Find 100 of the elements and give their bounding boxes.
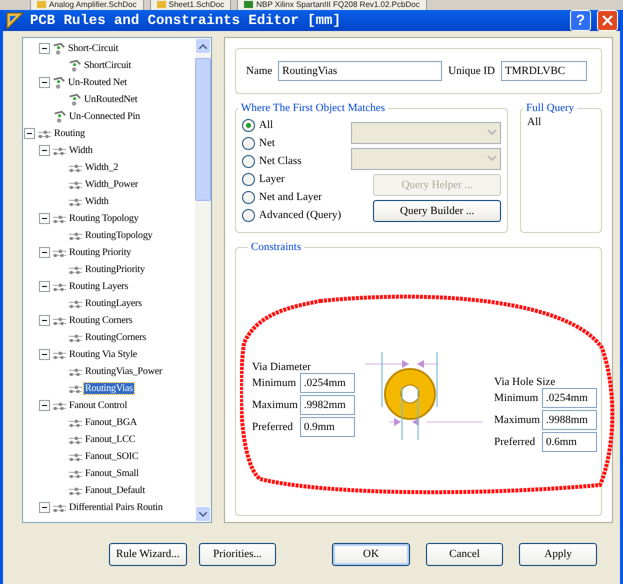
minus-icon <box>41 283 48 290</box>
radio-button[interactable] <box>242 118 255 132</box>
scrollbar[interactable] <box>195 38 211 522</box>
rule-icon <box>68 58 82 72</box>
tree-item[interactable]: Routing Topology <box>68 213 140 224</box>
tree-item[interactable]: ShortCircuit <box>83 60 132 71</box>
dialog-button[interactable]: OK <box>332 542 410 566</box>
collapse-toggle[interactable] <box>39 145 50 156</box>
tree-item[interactable]: Routing Layers <box>68 281 130 292</box>
tree-item[interactable]: RoutingVias_Power <box>84 366 164 377</box>
group-title: Where The First Object Matches <box>240 102 386 114</box>
value-field[interactable]: .0254mm <box>300 373 355 393</box>
collapse-toggle[interactable] <box>39 400 50 411</box>
option-label: Layer <box>259 173 285 185</box>
document-tab[interactable]: Analog Amplifier.SchDoc <box>30 0 144 10</box>
close-button[interactable] <box>597 10 618 31</box>
connector-icon <box>52 350 67 360</box>
document-tab[interactable]: NBP Xilinx SpartanIII FQ208 Rev1.02.PcbDoc <box>237 0 427 10</box>
radio-button[interactable] <box>242 208 255 222</box>
option-label: Net and Layer <box>259 191 322 203</box>
folder-icon <box>156 1 166 8</box>
connector-icon <box>68 452 83 462</box>
radio-button[interactable] <box>242 190 255 204</box>
tree-item[interactable]: Width <box>68 145 94 156</box>
option-label: Net Class <box>259 155 302 167</box>
collapse-toggle[interactable] <box>39 247 50 258</box>
connector-icon <box>52 502 67 512</box>
tree-item[interactable]: Fanout_BGA <box>84 417 138 428</box>
field-label: Preferred <box>494 436 536 448</box>
tree-item[interactable]: Fanout_LCC <box>84 434 136 445</box>
section-title: Via Diameter <box>252 361 311 373</box>
option-label: Net <box>259 137 275 149</box>
connector-icon <box>68 486 83 496</box>
rule-icon <box>52 42 66 56</box>
tree-item[interactable]: RoutingPriority <box>84 264 146 275</box>
tree-item[interactable]: Fanout_Small <box>84 468 140 479</box>
rule-icon <box>53 110 67 124</box>
tree-item[interactable]: Width_2 <box>84 162 120 173</box>
connector-icon <box>68 384 83 394</box>
dialog-button[interactable]: Rule Wizard... <box>109 542 187 566</box>
minus-icon <box>41 402 48 409</box>
minus-icon <box>41 317 48 324</box>
tree-item[interactable]: Fanout_Default <box>84 485 146 496</box>
folder-icon <box>37 1 46 8</box>
query-builder-button[interactable]: Query Builder ... <box>373 200 502 222</box>
value-field[interactable]: .0254mm <box>542 388 597 408</box>
minus-icon <box>41 45 48 52</box>
radio-button[interactable] <box>242 136 255 150</box>
tree-item[interactable]: Routing <box>53 128 86 139</box>
value-field[interactable]: .9988mm <box>542 410 597 430</box>
dialog-button[interactable]: Apply <box>519 542 597 566</box>
option-label: All <box>259 119 274 131</box>
collapse-toggle[interactable] <box>39 77 50 88</box>
query-text: All <box>527 116 542 128</box>
collapse-toggle[interactable] <box>39 349 50 360</box>
tree-item[interactable]: RoutingTopology <box>84 230 154 241</box>
tree-item[interactable]: Short-Circuit <box>67 43 120 54</box>
connector-icon <box>68 468 83 478</box>
collapse-toggle[interactable] <box>39 315 50 326</box>
name-field[interactable]: RoutingVias <box>278 61 442 81</box>
collapse-toggle[interactable] <box>39 281 50 292</box>
tree-item[interactable]: Un-Routed Net <box>67 77 128 88</box>
minus-icon <box>41 147 48 154</box>
tree-item[interactable]: Width_Power <box>84 179 139 190</box>
tree-item[interactable]: Un-Connected Pin <box>68 111 141 122</box>
value-field[interactable]: .9982mm <box>300 395 355 415</box>
field-label: Minimum <box>494 392 540 404</box>
tree-item[interactable]: Width <box>84 196 110 207</box>
tree-item[interactable]: Differential Pairs Routin <box>68 502 164 513</box>
radio-button[interactable] <box>242 154 255 168</box>
dialog-button[interactable]: Priorities... <box>198 542 276 566</box>
collapse-toggle[interactable] <box>39 502 50 513</box>
connector-icon <box>52 248 67 258</box>
group-title: Full Query <box>525 102 576 114</box>
tree-item[interactable]: UnRoutedNet <box>83 94 138 105</box>
field-label: Minimum <box>252 377 298 389</box>
tree-item[interactable]: Routing Via Style <box>68 349 138 360</box>
close-icon <box>602 15 613 26</box>
collapse-toggle[interactable] <box>39 213 50 224</box>
tree-item[interactable]: RoutingVias <box>84 383 134 394</box>
connector-icon <box>52 214 67 224</box>
id-field[interactable]: TMRDLVBC <box>501 61 588 81</box>
tree-item[interactable]: Routing Priority <box>68 247 132 258</box>
help-button[interactable]: ? <box>570 10 591 31</box>
tree-item[interactable]: Routing Corners <box>68 315 134 326</box>
tree-item[interactable]: RoutingLayers <box>84 298 143 309</box>
id-label: Unique ID <box>448 65 496 77</box>
connector-icon <box>68 434 83 444</box>
dialog-button[interactable]: Cancel <box>426 542 504 566</box>
value-field[interactable]: 0.6mm <box>542 432 597 452</box>
collapse-toggle[interactable] <box>39 43 50 54</box>
connector-icon <box>52 282 67 292</box>
radio-button[interactable] <box>242 172 255 186</box>
tree-item[interactable]: RoutingCorners <box>84 332 148 343</box>
value-field[interactable]: 0.9mm <box>300 417 355 437</box>
document-tab[interactable]: Sheet1.SchDoc <box>150 0 232 10</box>
field-label: Maximum <box>252 399 298 411</box>
tree-item[interactable]: Fanout_SOIC <box>84 451 140 462</box>
collapse-toggle[interactable] <box>24 128 35 139</box>
tree-item[interactable]: Fanout Control <box>68 400 128 411</box>
